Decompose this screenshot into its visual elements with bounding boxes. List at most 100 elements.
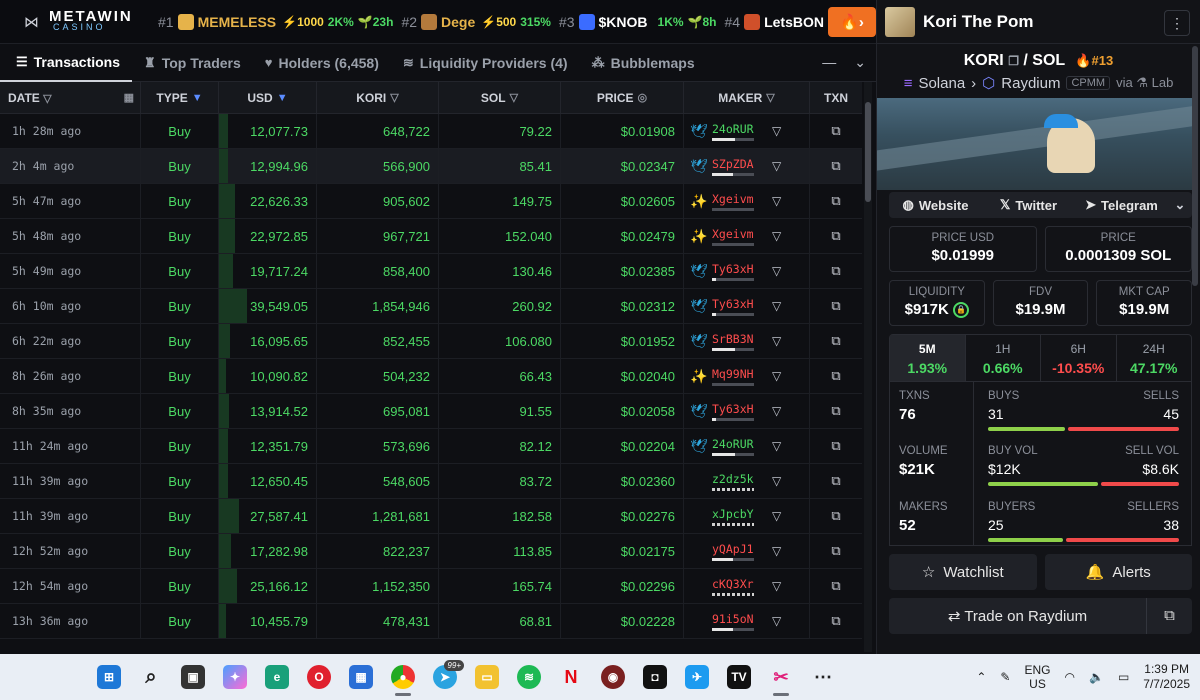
filter-icon[interactable]: ▽ bbox=[772, 159, 781, 173]
chevron-up-icon[interactable]: ⌃ bbox=[976, 670, 986, 684]
filter-icon[interactable]: ▽ bbox=[510, 91, 518, 104]
column-type[interactable]: TYPE ▼ bbox=[141, 82, 219, 113]
txn-link[interactable]: ⧉ bbox=[810, 289, 862, 323]
table-row[interactable]: 5h 48m ago Buy 22,972.85 967,721 152.040 $0.0… bbox=[0, 219, 862, 254]
edge-button[interactable]: e bbox=[256, 657, 298, 697]
txn-link[interactable]: ⧉ bbox=[810, 604, 862, 638]
tradingview-button[interactable]: TV bbox=[718, 657, 760, 697]
column-date[interactable]: DATE ▽ ▦ bbox=[0, 82, 141, 113]
maker-cell[interactable]: 🕊 SrBB3N ▽ bbox=[684, 324, 810, 358]
filter-icon[interactable]: ▽ bbox=[43, 93, 51, 105]
table-row[interactable]: 13h 36m ago Buy 10,455.79 478,431 68.81 $0.02… bbox=[0, 604, 862, 639]
language-indicator[interactable]: ENG US bbox=[1024, 663, 1050, 691]
filter-icon[interactable]: ▽ bbox=[772, 264, 781, 278]
maker-cell[interactable]: 🕊 Ty63xH ▽ bbox=[684, 394, 810, 428]
maker-address[interactable]: 91i5oN bbox=[712, 612, 754, 626]
maker-cell[interactable]: 🕊 24oRUR ▽ bbox=[684, 114, 810, 148]
file-explorer-button[interactable]: ▭ bbox=[466, 657, 508, 697]
wifi-icon[interactable]: ◠ bbox=[1065, 670, 1075, 684]
tab-top-traders[interactable]: ♜ Top Traders bbox=[132, 44, 253, 82]
txn-link[interactable]: ⧉ bbox=[810, 184, 862, 218]
filter-icon[interactable]: ▽ bbox=[772, 579, 781, 593]
task-view-button[interactable]: ▣ bbox=[172, 657, 214, 697]
maker-cell[interactable]: ✨ Xgeivm ▽ bbox=[684, 184, 810, 218]
maker-address[interactable]: 24oRUR bbox=[712, 122, 754, 136]
currency-toggle-icon[interactable]: ◎ bbox=[638, 91, 648, 104]
timeframe-1h[interactable]: 1H 0.66% bbox=[966, 335, 1041, 381]
txn-link[interactable]: ⧉ bbox=[810, 499, 862, 533]
lock-icon[interactable]: 🔒 bbox=[953, 302, 970, 319]
maker-cell[interactable]: ✨ Mq99NH ▽ bbox=[684, 359, 810, 393]
chrome-button[interactable]: ● bbox=[382, 657, 424, 697]
maker-address[interactable]: Ty63xH bbox=[712, 262, 754, 276]
watchlist-button[interactable]: ☆ Watchlist bbox=[889, 554, 1037, 590]
table-row[interactable]: 6h 22m ago Buy 16,095.65 852,455 106.080 $0.0… bbox=[0, 324, 862, 359]
clock[interactable]: 1:39 PM 7/7/2025 bbox=[1143, 662, 1190, 692]
txn-link[interactable]: ⧉ bbox=[810, 219, 862, 253]
trade-button[interactable]: ⇄ Trade on Raydium ⧉ bbox=[889, 598, 1192, 634]
txn-link[interactable]: ⧉ bbox=[810, 324, 862, 358]
maker-cell[interactable]: z2dz5k ▽ bbox=[684, 464, 810, 498]
chain-name[interactable]: Solana bbox=[918, 75, 965, 92]
telegram-button[interactable]: ➤ 99+ bbox=[424, 657, 466, 697]
trending-ticker-1[interactable]: #1 MEMELESS ⚡1000 2K% 🌱23h bbox=[158, 13, 393, 30]
maker-cell[interactable]: 🕊 24oRUR ▽ bbox=[684, 429, 810, 463]
table-row[interactable]: 8h 35m ago Buy 13,914.52 695,081 91.55 $0.020… bbox=[0, 394, 862, 429]
timeframe-24h[interactable]: 24H 47.17% bbox=[1117, 335, 1192, 381]
chat-app-button[interactable]: ◘ bbox=[634, 657, 676, 697]
filter-icon[interactable]: ▽ bbox=[772, 614, 781, 628]
table-row[interactable]: 1h 28m ago Buy 12,077.73 648,722 79.22 $0.019… bbox=[0, 114, 862, 149]
maker-address[interactable]: Xgeivm bbox=[712, 227, 754, 241]
txn-link[interactable]: ⧉ bbox=[810, 359, 862, 393]
maker-cell[interactable]: 🕊 SZpZDA ▽ bbox=[684, 149, 810, 183]
metawin-logo[interactable]: ⋈ METAWIN CASINO bbox=[0, 9, 150, 33]
table-row[interactable]: 5h 49m ago Buy 19,717.24 858,400 130.46 $0.02… bbox=[0, 254, 862, 289]
filter-icon[interactable]: ▽ bbox=[772, 299, 781, 313]
tab-bubblemaps[interactable]: ⁂ Bubblemaps bbox=[580, 44, 707, 82]
table-scrollbar[interactable] bbox=[864, 82, 872, 652]
column-kori[interactable]: KORI ▽ bbox=[317, 82, 439, 113]
panel-scrollbar[interactable] bbox=[1192, 46, 1198, 286]
column-sol[interactable]: SOL ▽ bbox=[439, 82, 561, 113]
maker-address[interactable]: Xgeivm bbox=[712, 192, 754, 206]
filter-icon[interactable]: ▽ bbox=[772, 369, 781, 383]
store-button[interactable]: ▦ bbox=[340, 657, 382, 697]
filter-icon[interactable]: ▽ bbox=[772, 334, 781, 348]
maker-cell[interactable]: 🕊 Ty63xH ▽ bbox=[684, 254, 810, 288]
table-row[interactable]: 11h 39m ago Buy 27,587.41 1,281,681 182.58 $0… bbox=[0, 499, 862, 534]
timeframe-5m[interactable]: 5M 1.93% bbox=[890, 335, 966, 381]
trending-ticker-3[interactable]: #3 $KNOB 1K% 🌱8h bbox=[559, 13, 716, 30]
table-row[interactable]: 11h 24m ago Buy 12,351.79 573,696 82.12 $0.02… bbox=[0, 429, 862, 464]
snipping-tool-button[interactable]: ✂ bbox=[760, 657, 802, 697]
filter-icon[interactable]: ▼ bbox=[277, 92, 288, 104]
minimize-icon[interactable]: — bbox=[822, 54, 836, 71]
maker-cell[interactable]: yQApJ1 ▽ bbox=[684, 534, 810, 568]
maker-address[interactable]: SZpZDA bbox=[712, 157, 754, 171]
pen-icon[interactable]: ✎ bbox=[1000, 670, 1010, 684]
filter-icon[interactable]: ▽ bbox=[766, 91, 774, 104]
txn-link[interactable]: ⧉ bbox=[810, 149, 862, 183]
copilot-button[interactable]: ✦ bbox=[214, 657, 256, 697]
maker-cell[interactable]: 🕊 Ty63xH ▽ bbox=[684, 289, 810, 323]
txn-link[interactable]: ⧉ bbox=[810, 114, 862, 148]
column-usd[interactable]: USD ▼ bbox=[219, 82, 317, 113]
maker-cell[interactable]: cKQ3Xr ▽ bbox=[684, 569, 810, 603]
maker-cell[interactable]: xJpcbY ▽ bbox=[684, 499, 810, 533]
start-button[interactable]: ⊞ bbox=[88, 657, 130, 697]
filter-icon[interactable]: ▽ bbox=[772, 544, 781, 558]
tab-holders[interactable]: ♥ Holders (6,458) bbox=[253, 44, 391, 82]
column-maker[interactable]: MAKER ▽ bbox=[684, 82, 810, 113]
calendar-icon[interactable]: ▦ bbox=[124, 91, 134, 104]
volume-icon[interactable]: 🔈 bbox=[1089, 670, 1104, 684]
maker-cell[interactable]: ✨ Xgeivm ▽ bbox=[684, 219, 810, 253]
maker-address[interactable]: yQApJ1 bbox=[712, 542, 754, 556]
table-row[interactable]: 12h 52m ago Buy 17,282.98 822,237 113.85 $0.0… bbox=[0, 534, 862, 569]
copy-icon[interactable]: ❐ bbox=[1008, 54, 1019, 68]
filter-icon[interactable]: ▽ bbox=[772, 229, 781, 243]
txn-link[interactable]: ⧉ bbox=[810, 429, 862, 463]
telegram-link[interactable]: ➤ Telegram bbox=[1075, 197, 1168, 213]
battery-icon[interactable]: ▭ bbox=[1118, 670, 1129, 684]
alerts-button[interactable]: 🔔 Alerts bbox=[1044, 554, 1192, 590]
table-row[interactable]: 2h 4m ago Buy 12,994.96 566,900 85.41 $0.0234… bbox=[0, 149, 862, 184]
maker-address[interactable]: xJpcbY bbox=[712, 507, 754, 521]
